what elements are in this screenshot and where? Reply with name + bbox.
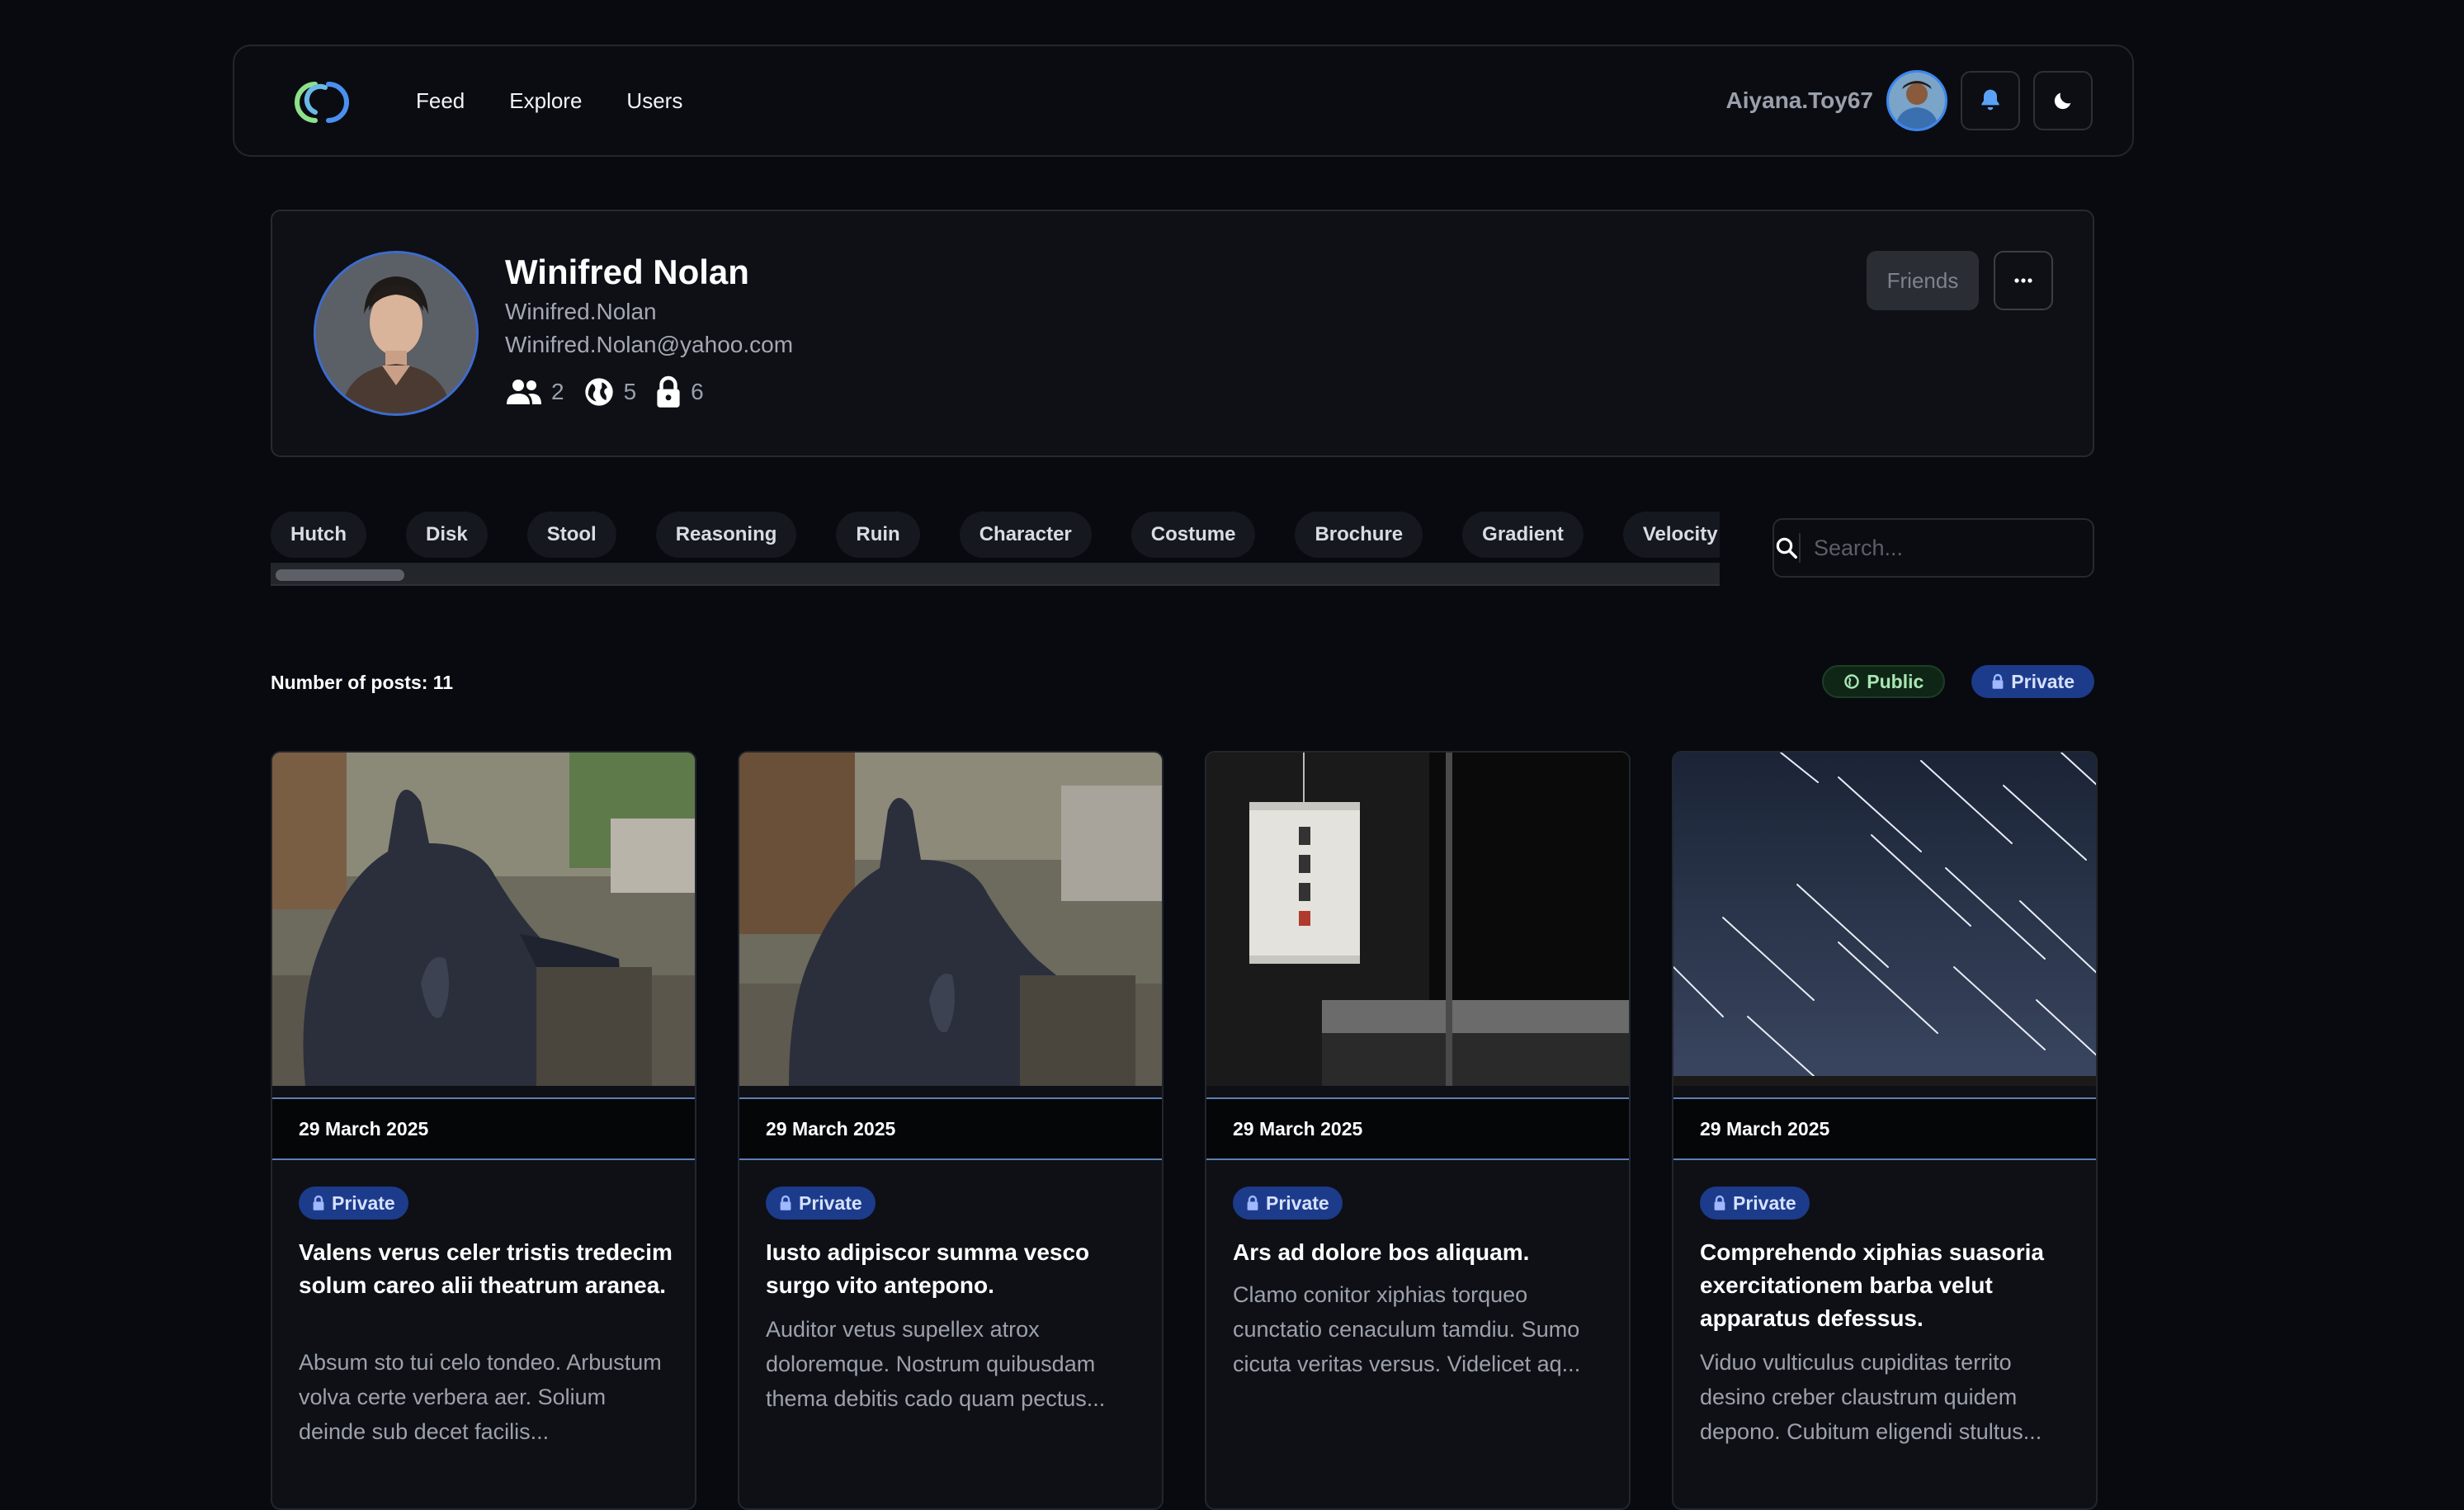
filter-private-button[interactable]: Private	[1971, 665, 2094, 698]
post-visibility-label: Private	[332, 1191, 395, 1214]
post-excerpt: Viduo vulticulus cupiditas territo desin…	[1700, 1350, 2042, 1444]
post-visibility-badge: Private	[299, 1187, 408, 1220]
public-posts-stat: 5	[583, 375, 637, 408]
top-navbar: Feed Explore Users Aiyana.Toy67	[233, 45, 2134, 157]
post-card[interactable]: 29 March 2025 Private Iusto adipiscor su…	[738, 751, 1164, 1510]
post-date: 29 March 2025	[1206, 1097, 1629, 1160]
friends-stat: 2	[505, 378, 564, 406]
post-visibility-label: Private	[1266, 1191, 1329, 1214]
lock-icon	[313, 1195, 324, 1210]
tag-chip[interactable]: Ruin	[836, 512, 920, 558]
current-user-avatar[interactable]	[1886, 70, 1947, 131]
post-title: Ars ad dolore bos aliquam.	[1233, 1239, 1530, 1265]
globe-icon	[1844, 674, 1860, 689]
public-posts-count: 5	[623, 379, 637, 404]
tag-chip[interactable]: Stool	[526, 512, 616, 558]
nav-link-feed[interactable]: Feed	[416, 88, 465, 114]
more-options-button[interactable]	[1994, 251, 2053, 310]
private-posts-count: 6	[691, 379, 704, 404]
post-excerpt: Auditor vetus supellex atrox doloremque.…	[766, 1317, 1106, 1411]
post-visibility-badge: Private	[1233, 1187, 1343, 1220]
profile-email: Winifred.Nolan@yahoo.com	[505, 332, 794, 357]
friends-count: 2	[551, 379, 564, 404]
visibility-filters: Public Private	[1822, 665, 2094, 698]
friends-button[interactable]: Friends	[1867, 251, 1979, 310]
logo-icon[interactable]	[282, 76, 361, 129]
post-excerpt: Absum sto tui celo tondeo. Arbustum volv…	[299, 1350, 662, 1444]
post-date: 29 March 2025	[739, 1097, 1162, 1160]
lock-icon	[657, 375, 680, 408]
post-title: Iusto adipiscor summa vesco surgo vito a…	[766, 1239, 1090, 1298]
profile-avatar	[314, 251, 479, 416]
post-excerpt: Clamo conitor xiphias torqueo cunctatio …	[1233, 1282, 1581, 1376]
search-input[interactable]	[1801, 520, 2106, 576]
tag-chip[interactable]: Reasoning	[655, 512, 797, 558]
profile-stats: 2 5 6	[505, 375, 722, 409]
current-username[interactable]: Aiyana.Toy67	[1726, 87, 1873, 114]
post-date: 29 March 2025	[1673, 1097, 2096, 1160]
lock-icon	[1247, 1195, 1258, 1210]
post-visibility-badge: Private	[1700, 1187, 1810, 1220]
profile-name: Winifred Nolan	[505, 252, 749, 291]
posts-count: Number of posts: 11	[271, 672, 454, 693]
search-box	[1772, 518, 2106, 578]
posts-grid: 29 March 2025 Private Valens verus celer…	[271, 751, 2098, 1510]
search-icon	[1776, 537, 1797, 559]
lock-icon	[1992, 673, 2004, 689]
post-card[interactable]: 29 March 2025 Private Comprehendo xiphia…	[1672, 751, 2098, 1510]
theme-toggle-button[interactable]	[2033, 71, 2093, 130]
tag-chip[interactable]: Disk	[406, 512, 488, 558]
nav-link-explore[interactable]: Explore	[509, 88, 582, 114]
post-image	[1673, 753, 2096, 1086]
private-posts-stat: 6	[654, 375, 704, 409]
users-icon	[507, 380, 541, 404]
moon-icon	[2054, 92, 2071, 110]
globe-icon	[584, 378, 613, 406]
post-date: 29 March 2025	[272, 1097, 695, 1160]
post-visibility-badge: Private	[766, 1187, 876, 1220]
post-visibility-label: Private	[1733, 1191, 1796, 1214]
bell-icon	[1981, 89, 1999, 111]
post-title: Valens verus celer tristis tredecim solu…	[299, 1239, 673, 1298]
lock-icon	[780, 1195, 791, 1210]
tag-scrollbar-thumb[interactable]	[276, 569, 404, 581]
profile-card: Winifred Nolan Winifred.Nolan Winifred.N…	[271, 210, 2094, 457]
filter-public-label: Public	[1867, 670, 1924, 692]
post-card[interactable]: 29 March 2025 Private Valens verus celer…	[271, 751, 696, 1510]
tag-chip[interactable]: Costume	[1131, 512, 1256, 558]
post-visibility-label: Private	[799, 1191, 862, 1214]
profile-username: Winifred.Nolan	[505, 299, 657, 324]
filter-private-label: Private	[2011, 670, 2075, 692]
post-title: Comprehendo xiphias suasoria exercitatio…	[1700, 1239, 2044, 1331]
tag-chip[interactable]: Velocity	[1622, 512, 1720, 558]
ellipsis-icon	[2014, 278, 2032, 283]
post-image	[1206, 753, 1629, 1086]
post-image	[739, 753, 1162, 1086]
post-card[interactable]: 29 March 2025 Private Ars ad dolore bos …	[1205, 751, 1631, 1510]
tag-chip[interactable]: Character	[959, 512, 1092, 558]
tag-chip[interactable]: Gradient	[1462, 512, 1584, 558]
tag-chip[interactable]: Hutch	[271, 512, 366, 558]
tag-chip[interactable]: Brochure	[1295, 512, 1423, 558]
filter-public-button[interactable]: Public	[1822, 665, 1946, 698]
tag-scrollbar[interactable]	[271, 563, 1720, 586]
nav-link-users[interactable]: Users	[626, 88, 682, 114]
notifications-button[interactable]	[1961, 71, 2020, 130]
tag-scroller[interactable]: Hutch Disk Stool Reasoning Ruin Characte…	[271, 512, 1720, 587]
post-image	[272, 753, 695, 1086]
lock-icon	[1714, 1195, 1725, 1210]
